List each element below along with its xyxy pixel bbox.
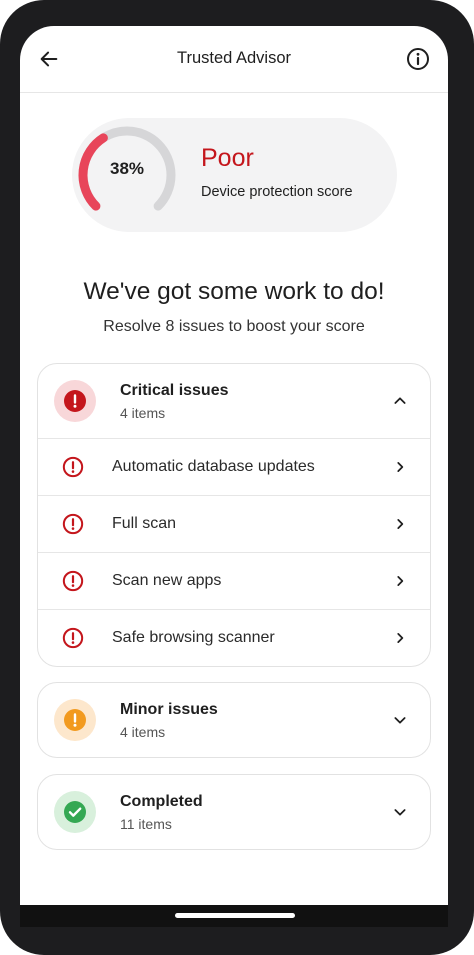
side-button (466, 212, 474, 284)
chevron-down-icon[interactable] (390, 710, 410, 730)
chevron-right-icon (390, 571, 410, 591)
minor-badge (54, 699, 96, 741)
summary-subtext: Resolve 8 issues to boost your score (103, 318, 365, 335)
issue-row-automatic-database-updates[interactable]: Automatic database updates (38, 438, 430, 495)
minor-issues-panel: Minor issues 4 items (37, 682, 431, 758)
minor-issues-title: Minor issues (120, 701, 218, 718)
chevron-right-icon (390, 514, 410, 534)
alert-outline-icon (62, 456, 84, 478)
home-indicator[interactable] (175, 913, 295, 918)
screen: Trusted Advisor 38% Poor Device protecti… (20, 26, 448, 926)
summary-headline: We've got some work to do! (83, 278, 385, 305)
critical-badge (54, 380, 96, 422)
issue-label: Automatic database updates (112, 458, 315, 475)
info-button[interactable] (406, 47, 430, 71)
info-icon (407, 48, 429, 70)
phone-frame: Trusted Advisor 38% Poor Device protecti… (0, 0, 474, 955)
completed-panel: Completed 11 items (37, 774, 431, 850)
issue-row-full-scan[interactable]: Full scan (38, 495, 430, 552)
alert-outline-icon (62, 627, 84, 649)
score-percent: 38% (109, 159, 145, 178)
issue-label: Full scan (112, 515, 177, 532)
completed-badge (54, 791, 96, 833)
completed-header[interactable]: Completed 11 items (38, 775, 430, 849)
critical-issues-count: 4 items (120, 405, 166, 421)
minor-issues-header[interactable]: Minor issues 4 items (38, 683, 430, 757)
side-button (466, 128, 474, 200)
chevron-right-icon (390, 457, 410, 477)
page-title: Trusted Advisor (176, 49, 292, 67)
check-circle-icon (64, 801, 86, 823)
alert-filled-icon (64, 390, 86, 412)
critical-issues-panel: Critical issues 4 items Automatic databa… (37, 363, 431, 667)
alert-outline-icon (62, 513, 84, 535)
issue-label: Safe browsing scanner (112, 629, 275, 646)
score-card: 38% Poor Device protection score (72, 118, 397, 232)
chevron-up-icon[interactable] (390, 391, 410, 411)
score-rating: Poor (201, 144, 254, 172)
app-bar: Trusted Advisor (20, 26, 448, 93)
completed-count: 11 items (120, 816, 172, 832)
issue-row-scan-new-apps[interactable]: Scan new apps (38, 552, 430, 609)
alert-outline-icon (62, 570, 84, 592)
alert-filled-icon (64, 709, 86, 731)
minor-issues-count: 4 items (120, 724, 166, 740)
chevron-right-icon (390, 628, 410, 648)
chevron-down-icon[interactable] (390, 802, 410, 822)
critical-issues-header[interactable]: Critical issues 4 items (38, 364, 430, 438)
issue-label: Scan new apps (112, 572, 222, 589)
score-description: Device protection score (201, 184, 353, 200)
completed-title: Completed (120, 793, 203, 810)
critical-issues-title: Critical issues (120, 382, 229, 399)
issue-row-safe-browsing-scanner[interactable]: Safe browsing scanner (38, 609, 430, 666)
